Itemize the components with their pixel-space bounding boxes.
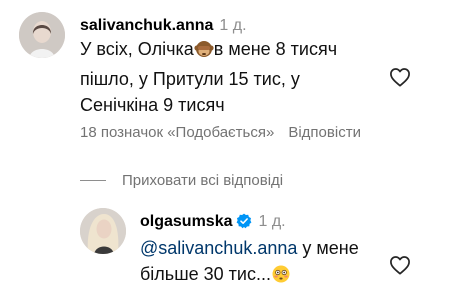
comment-text: У всіх, Олічка в мене 8 тисяч пішло, у Пр… — [80, 36, 380, 118]
divider-line — [80, 180, 106, 181]
comments-thread: salivanchuk.anna 1 д. У всіх, Олічка в мен… — [0, 0, 450, 303]
reply-username[interactable]: olgasumska — [140, 213, 232, 230]
avatar-salivanchuk[interactable] — [19, 12, 65, 58]
likes-count[interactable]: 18 позначок «Подобається» — [80, 124, 274, 141]
reply-like-heart-icon[interactable] — [389, 255, 411, 280]
comment-meta: 18 позначок «Подобається» Відповісти — [80, 124, 361, 141]
flushed-face-icon — [271, 264, 291, 291]
comment: salivanchuk.anna 1 д. У всіх, Олічка в мен… — [80, 16, 380, 118]
avatar-olgasumska[interactable] — [80, 208, 126, 254]
see-no-evil-monkey-icon — [194, 39, 214, 66]
reply-text: @salivanchuk.anna у мене більше 30 тис..… — [140, 235, 380, 291]
comment-time[interactable]: 1 д. — [219, 17, 246, 34]
reply-comment: olgasumska 1 д. @salivanchuk.anna у мене … — [140, 212, 380, 291]
mention-link[interactable]: @salivanchuk.anna — [140, 238, 297, 258]
like-heart-icon[interactable] — [389, 67, 411, 92]
comment-username[interactable]: salivanchuk.anna — [80, 17, 213, 34]
reply-button[interactable]: Відповісти — [288, 124, 361, 141]
hide-replies-button[interactable]: Приховати всі відповіді — [80, 172, 283, 189]
hide-replies-label: Приховати всі відповіді — [122, 172, 284, 189]
reply-header: olgasumska 1 д. — [140, 212, 380, 235]
reply-time[interactable]: 1 д. — [258, 213, 285, 230]
comment-text-part1: У всіх, Олічка — [80, 39, 194, 59]
verified-badge-icon — [236, 213, 252, 235]
comment-header: salivanchuk.anna 1 д. — [80, 16, 380, 36]
